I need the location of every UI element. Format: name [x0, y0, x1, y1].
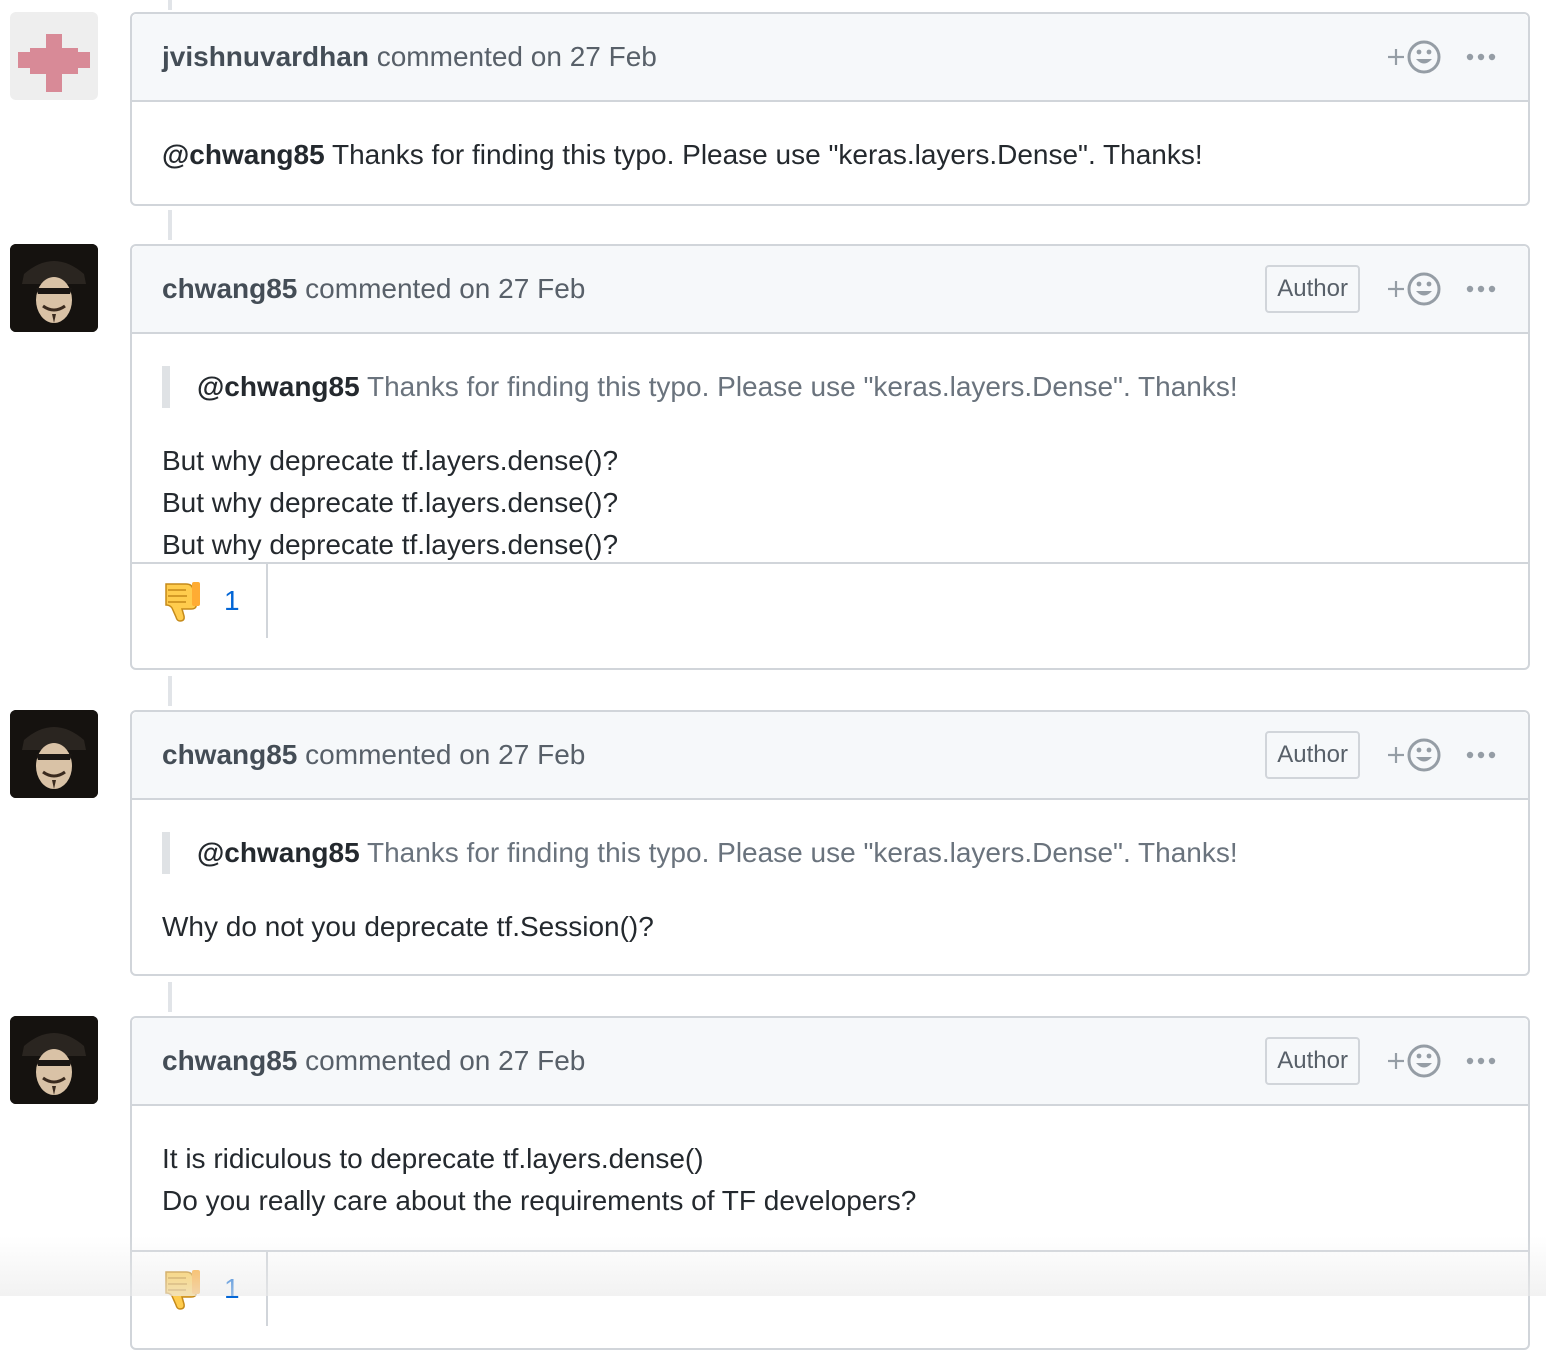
timeline-line — [168, 982, 172, 1012]
comment-actions — [1386, 14, 1500, 100]
blockquote: @chwang85 Thanks for finding this typo. … — [162, 832, 1498, 874]
masked-figure-avatar-image — [10, 710, 98, 798]
avatar[interactable] — [10, 710, 98, 798]
thumbs-down-icon — [165, 1270, 200, 1310]
comment-body: @chwang85 Thanks for finding this typo. … — [132, 102, 1528, 176]
comment-meta: chwang85 commented on 27 Feb — [162, 712, 585, 798]
comment-meta: chwang85 commented on 27 Feb — [162, 246, 585, 332]
avatar[interactable] — [10, 1016, 98, 1104]
reaction-count: 1 — [224, 1273, 240, 1304]
reactions-bar: 1 — [132, 1250, 1528, 1326]
author-badge: Author — [1265, 731, 1360, 779]
add-reaction-button[interactable] — [1386, 1041, 1444, 1081]
comment-text: @chwang85 Thanks for finding this typo. … — [162, 134, 1498, 176]
quote-text: Thanks for finding this typo. Please use… — [359, 837, 1238, 868]
add-reaction-button[interactable] — [1386, 269, 1444, 309]
timeline-line — [168, 210, 172, 240]
smiley-plus-icon — [1388, 1044, 1441, 1078]
comment-text-rest: Thanks for finding this typo. Please use… — [324, 139, 1203, 170]
comment-actions: Author — [1265, 246, 1500, 332]
comment-body: It is ridiculous to deprecate tf.layers.… — [132, 1106, 1528, 1250]
comment-box: chwang85 commented on 27 Feb Author — [130, 244, 1530, 670]
author-link[interactable]: chwang85 — [162, 273, 297, 304]
kebab-horizontal-icon — [1466, 1057, 1496, 1065]
reactions-bar: 1 — [132, 562, 1528, 638]
masked-figure-avatar-image — [10, 244, 98, 332]
author-badge: Author — [1265, 1037, 1360, 1085]
identicon-image — [18, 34, 90, 92]
kebab-horizontal-icon — [1466, 53, 1496, 61]
smiley-plus-icon — [1388, 40, 1441, 74]
comment-actions: Author — [1265, 712, 1500, 798]
comment-text-line: Do you really care about the requirement… — [162, 1185, 917, 1216]
comment-text-line: It is ridiculous to deprecate tf.layers.… — [162, 1143, 704, 1174]
comment-timestamp[interactable]: commented on 27 Feb — [297, 1045, 585, 1076]
masked-figure-avatar-image — [10, 1016, 98, 1104]
comment-header: jvishnuvardhan commented on 27 Feb — [132, 14, 1528, 102]
author-link[interactable]: jvishnuvardhan — [162, 41, 369, 72]
comment-text-line: Why do not you deprecate tf.Session()? — [162, 911, 654, 942]
add-reaction-button[interactable] — [1386, 735, 1444, 775]
user-mention[interactable]: @chwang85 — [197, 371, 360, 402]
author-link[interactable]: chwang85 — [162, 739, 297, 770]
reaction-thumbs-down-button[interactable]: 1 — [132, 1252, 268, 1326]
author-badge: Author — [1265, 265, 1360, 313]
smiley-plus-icon — [1388, 738, 1441, 772]
avatar[interactable] — [10, 244, 98, 332]
author-link[interactable]: chwang85 — [162, 1045, 297, 1076]
more-options-button[interactable] — [1466, 1041, 1500, 1081]
more-options-button[interactable] — [1466, 735, 1500, 775]
add-reaction-button[interactable] — [1386, 37, 1444, 77]
smiley-plus-icon — [1388, 272, 1441, 306]
comment-actions: Author — [1265, 1018, 1500, 1104]
comment-box: chwang85 commented on 27 Feb Author — [130, 1016, 1530, 1350]
blockquote: @chwang85 Thanks for finding this typo. … — [162, 366, 1498, 408]
comment-meta: chwang85 commented on 27 Feb — [162, 1018, 585, 1104]
comment-header: chwang85 commented on 27 Feb Author — [132, 712, 1528, 800]
comment-text-line: But why deprecate tf.layers.dense()? — [162, 529, 619, 560]
timeline-line — [168, 0, 172, 10]
comment-header: chwang85 commented on 27 Feb Author — [132, 246, 1528, 334]
kebab-horizontal-icon — [1466, 751, 1496, 759]
comment-timestamp[interactable]: commented on 27 Feb — [297, 739, 585, 770]
comment-text-line: But why deprecate tf.layers.dense()? — [162, 445, 619, 476]
comment-box: chwang85 commented on 27 Feb Author — [130, 710, 1530, 976]
more-options-button[interactable] — [1466, 269, 1500, 309]
comment-text-line: But why deprecate tf.layers.dense()? — [162, 487, 619, 518]
user-mention[interactable]: @chwang85 — [162, 139, 325, 170]
thumbs-down-icon — [165, 582, 200, 622]
reaction-count: 1 — [224, 585, 240, 616]
comment-meta: jvishnuvardhan commented on 27 Feb — [162, 14, 657, 100]
more-options-button[interactable] — [1466, 37, 1500, 77]
comment-body: @chwang85 Thanks for finding this typo. … — [132, 800, 1528, 948]
quote-text: Thanks for finding this typo. Please use… — [359, 371, 1238, 402]
avatar[interactable] — [10, 12, 98, 100]
reaction-thumbs-down-button[interactable]: 1 — [132, 564, 268, 638]
user-mention[interactable]: @chwang85 — [197, 837, 360, 868]
kebab-horizontal-icon — [1466, 285, 1496, 293]
comment-timestamp[interactable]: commented on 27 Feb — [297, 273, 585, 304]
timeline-line — [168, 676, 172, 706]
comment-box: jvishnuvardhan commented on 27 Feb @chwa… — [130, 12, 1530, 206]
comment-body: @chwang85 Thanks for finding this typo. … — [132, 334, 1528, 562]
comment-timestamp[interactable]: commented on 27 Feb — [369, 41, 657, 72]
comment-header: chwang85 commented on 27 Feb Author — [132, 1018, 1528, 1106]
